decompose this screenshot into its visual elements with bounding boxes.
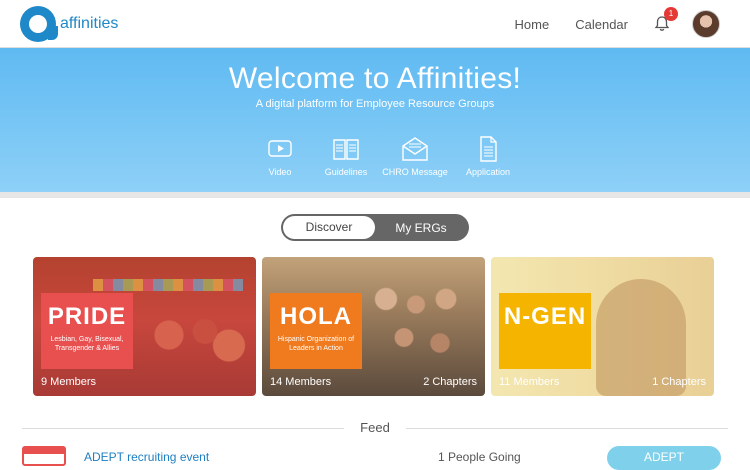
- hero-link-application[interactable]: Application: [453, 136, 523, 177]
- tab-discover[interactable]: Discover: [283, 216, 375, 239]
- logo-text: affinities: [60, 15, 119, 32]
- hero-title: Welcome to Affinities!: [228, 62, 522, 95]
- hero-link-label: Guidelines: [324, 167, 368, 177]
- hero-link-chro-message[interactable]: CHRO Message: [377, 136, 453, 177]
- erg-name: N-GEN: [503, 303, 587, 330]
- calendar-icon: [22, 446, 66, 466]
- hero-banner: Welcome to Affinities! A digital platfor…: [0, 48, 750, 192]
- logo-mark-icon: [20, 6, 58, 42]
- hero-link-video[interactable]: Video: [245, 136, 315, 177]
- erg-card-hola[interactable]: HOLA Hispanic Organization of Leaders in…: [262, 257, 485, 396]
- hero-link-guidelines[interactable]: Guidelines: [315, 136, 377, 177]
- erg-name: HOLA: [280, 303, 352, 330]
- video-icon: [268, 140, 292, 157]
- event-group-button[interactable]: ADEPT: [607, 446, 721, 470]
- document-icon: [480, 136, 497, 162]
- erg-description: Hispanic Organization of Leaders in Acti…: [277, 336, 355, 352]
- hero-subtitle: A digital platform for Employee Resource…: [255, 98, 495, 110]
- hero-link-label: Application: [465, 167, 511, 177]
- chapter-count: 2 Chapters: [423, 376, 477, 388]
- tab-my-ergs[interactable]: My ERGs: [375, 221, 467, 235]
- erg-card-n-gen[interactable]: N-GEN 11 Members 1 Chapters: [491, 257, 714, 396]
- notification-count-badge: 1: [664, 7, 678, 21]
- book-icon: [333, 139, 359, 160]
- nav-calendar-link[interactable]: Calendar: [575, 17, 628, 32]
- notifications-button[interactable]: 1: [654, 7, 678, 32]
- nav-menu: Home Calendar 1: [515, 0, 750, 48]
- envelope-icon: [402, 137, 428, 161]
- top-navbar: affinities Home Calendar 1: [0, 0, 750, 48]
- erg-tag: HOLA Hispanic Organization of Leaders in…: [270, 293, 362, 369]
- member-count: 11 Members: [499, 376, 560, 388]
- erg-tag: PRIDE Lesbian, Gay, Bisexual, Transgende…: [41, 293, 133, 369]
- feed-divider-right: [406, 428, 728, 429]
- erg-tag: N-GEN: [499, 293, 591, 369]
- nav-home-link[interactable]: Home: [515, 17, 550, 32]
- erg-name: PRIDE: [47, 303, 127, 330]
- view-toggle[interactable]: Discover My ERGs: [281, 214, 469, 241]
- affinities-logo[interactable]: affinities: [20, 6, 118, 42]
- hero-links: Video Guidelines CHRO Message Applicatio…: [245, 136, 523, 177]
- hero-link-label: Video: [268, 167, 292, 177]
- erg-description: Lesbian, Gay, Bisexual, Transgender & Al…: [50, 336, 124, 352]
- hero-link-label: CHRO Message: [382, 167, 448, 177]
- user-avatar[interactable]: [692, 10, 720, 38]
- erg-card-pride[interactable]: PRIDE Lesbian, Gay, Bisexual, Transgende…: [33, 257, 256, 396]
- section-divider: [0, 192, 750, 198]
- member-count: 9 Members: [41, 376, 97, 388]
- chapter-count: 1 Chapters: [652, 376, 706, 388]
- member-count: 14 Members: [270, 376, 332, 388]
